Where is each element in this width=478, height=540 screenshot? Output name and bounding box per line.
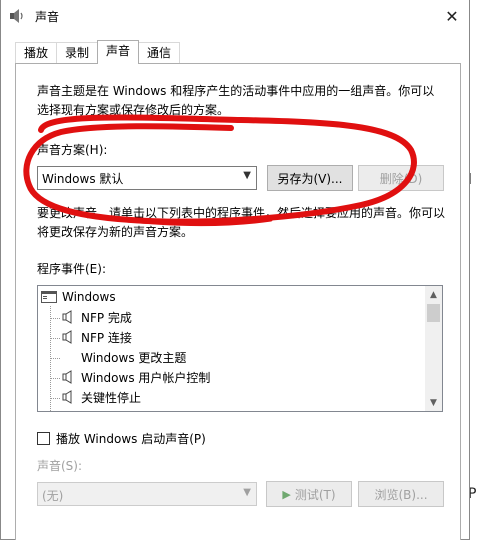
program-events-label: 程序事件(E):: [37, 262, 106, 276]
list-item-label: 关键性停止: [81, 390, 142, 405]
sound-dialog: 声音 ✕ 播放 录制 声音 通信 声音主题是在 Windows 和程序产生的活动…: [0, 0, 470, 540]
sound-scheme-value: Windows 默认: [42, 172, 124, 186]
scroll-down-icon[interactable]: ▼: [425, 394, 442, 411]
scheme-description: 声音主题是在 Windows 和程序产生的活动事件中应用的一组声音。你可以选择现…: [37, 84, 435, 117]
chevron-down-icon: ▼: [243, 170, 251, 181]
sound-scheme-dropdown[interactable]: Windows 默认 ▼: [37, 166, 257, 190]
test-button[interactable]: ▶ 测试(T): [266, 481, 352, 507]
scroll-thumb[interactable]: [427, 304, 440, 322]
tab-sounds[interactable]: 声音: [97, 40, 140, 64]
change-sound-description: 要更改声音，请单击以下列表中的程序事件，然后选择要应用的声音。你可以将更改保存为…: [37, 206, 446, 239]
tree-connector: [50, 338, 60, 339]
list-item[interactable]: Windows 用户帐户控制: [60, 367, 210, 387]
test-button-label: 测试(T): [294, 487, 336, 502]
speaker-icon: [60, 310, 76, 324]
vertical-scrollbar[interactable]: ▲ ▼: [425, 286, 442, 411]
list-item-label: NFP 完成: [81, 310, 132, 325]
list-item-label: Windows 更改主题: [81, 350, 187, 365]
startup-sound-checkbox[interactable]: [37, 432, 50, 445]
scroll-up-icon[interactable]: ▲: [425, 286, 442, 303]
tree-connector: [50, 398, 60, 399]
tree-connector: [50, 318, 60, 319]
play-icon: ▶: [282, 487, 291, 501]
browse-button[interactable]: 浏览(B)...: [358, 481, 444, 507]
tab-playback[interactable]: 播放: [15, 42, 58, 64]
startup-sound-option[interactable]: 播放 Windows 启动声音(P): [37, 430, 206, 447]
tree-connector: [50, 378, 60, 379]
tab-communications[interactable]: 通信: [138, 42, 181, 64]
list-item[interactable]: Windows 更改主题: [60, 347, 186, 367]
tab-recording[interactable]: 录制: [56, 42, 99, 64]
window-title: 声音: [35, 10, 60, 24]
list-item-label: Windows 用户帐户控制: [81, 370, 211, 385]
speaker-icon: [60, 390, 76, 404]
close-icon[interactable]: ✕: [435, 0, 469, 32]
list-item-label: NFP 连接: [81, 330, 132, 345]
list-item[interactable]: 关键性停止: [60, 387, 141, 407]
sounds-panel: 声音主题是在 Windows 和程序产生的活动事件中应用的一组声音。你可以选择现…: [15, 63, 461, 540]
speaker-app-icon: [9, 8, 25, 24]
list-item[interactable]: NFP 连接: [60, 327, 132, 347]
list-item-label: Windows: [62, 290, 116, 304]
sound-dropdown[interactable]: (无) ▼: [37, 482, 257, 506]
startup-sound-label: 播放 Windows 启动声音(P): [56, 432, 206, 446]
program-events-list[interactable]: Windows NFP 完成 NFP 连接 Windows 更改主题 Windo…: [37, 285, 443, 412]
sound-value: (无): [42, 489, 64, 503]
no-sound-spacer: [60, 350, 76, 364]
tab-bar: 播放 录制 声音 通信: [15, 40, 181, 64]
delete-button[interactable]: 删除(D): [358, 165, 444, 191]
speaker-icon: [60, 370, 76, 384]
window-group-icon: [41, 290, 57, 304]
tree-connector: [50, 358, 60, 359]
list-item[interactable]: Windows: [41, 287, 116, 307]
sound-label: 声音(S):: [37, 459, 83, 473]
list-item[interactable]: NFP 完成: [60, 307, 132, 327]
save-as-button[interactable]: 另存为(V)...: [267, 165, 353, 191]
sound-scheme-label: 声音方案(H):: [37, 143, 108, 157]
tree-connector: [50, 306, 51, 411]
speaker-icon: [60, 330, 76, 344]
chevron-down-icon: ▼: [243, 487, 251, 498]
title-bar: 声音 ✕: [1, 0, 469, 32]
